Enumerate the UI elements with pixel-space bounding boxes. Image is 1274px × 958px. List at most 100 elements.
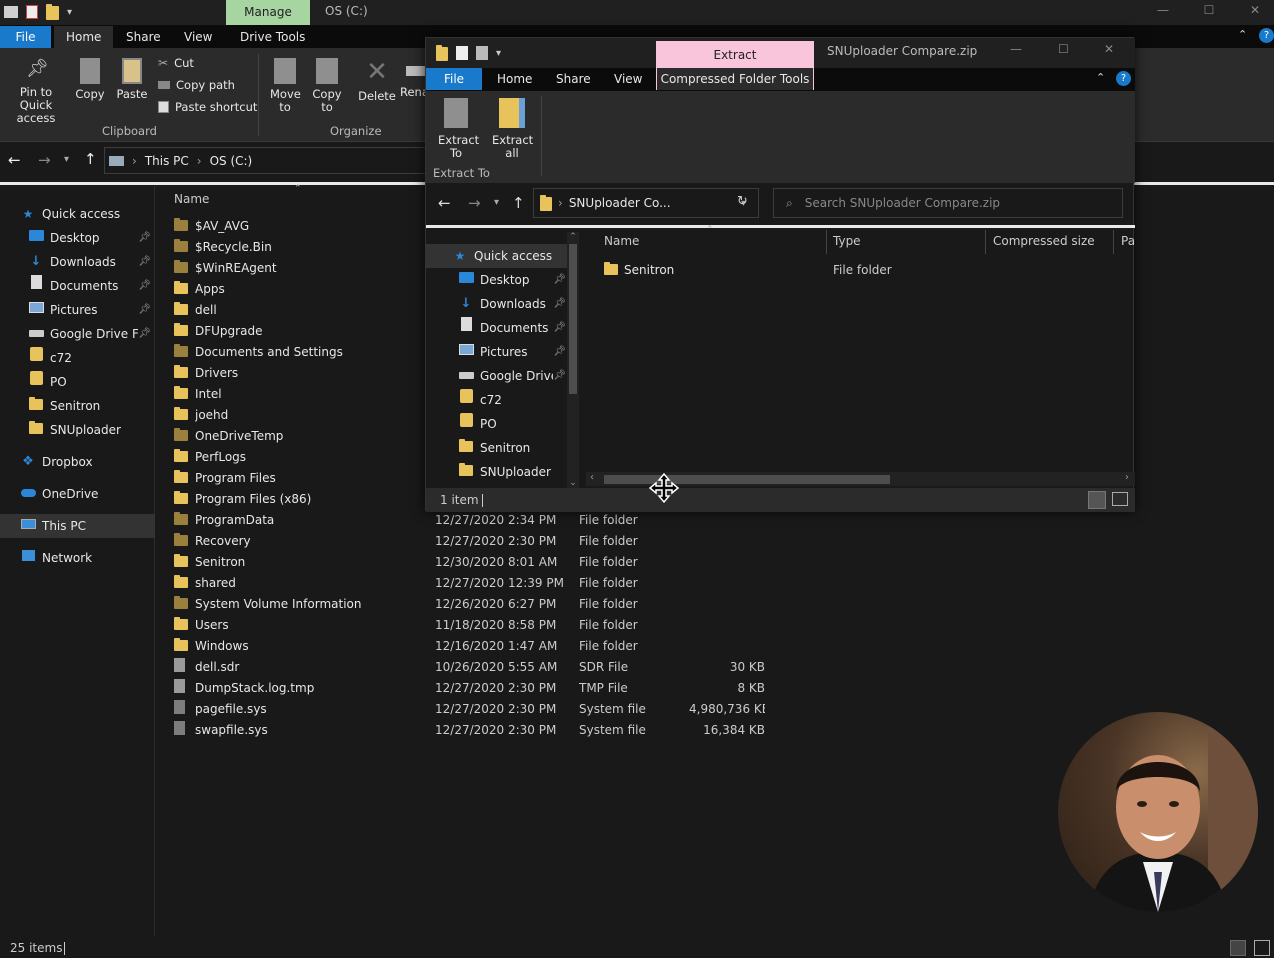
zip-address-bar[interactable]: › SNUploader Co... ▾ <box>533 188 759 218</box>
zip-sidebar-item-downloads[interactable]: ↓ Downloads 📌︎ <box>426 292 570 316</box>
details-view-button[interactable] <box>1230 940 1246 956</box>
zip-sidebar-item-google-drive[interactable]: Google Drive 📌︎ <box>426 364 570 388</box>
zip-minimize-button[interactable]: — <box>1010 42 1022 56</box>
zip-sidebar-item-documents[interactable]: Documents 📌︎ <box>426 316 570 340</box>
breadcrumb-os-c[interactable]: OS (C:) <box>210 154 253 168</box>
tab-file[interactable]: File <box>0 26 51 48</box>
delete-button[interactable]: ✕ Delete <box>356 58 398 103</box>
sidebar-item-downloads[interactable]: ↓ Downloads 📌︎ <box>0 250 155 274</box>
pin-icon[interactable]: 📌︎ <box>138 322 151 346</box>
pin-quick-access-button[interactable]: 📌︎ Pin to Quick access <box>2 58 70 125</box>
zip-collapse-ribbon-icon[interactable]: ⌃ <box>1096 71 1105 84</box>
sidebar-item-dropbox[interactable]: ❖ Dropbox <box>0 450 155 474</box>
manage-context-tab[interactable]: Manage <box>226 0 310 25</box>
maximize-button[interactable]: ☐ <box>1194 0 1224 22</box>
table-row[interactable]: Users 11/18/2020 8:58 PM File folder <box>174 615 814 636</box>
zip-maximize-button[interactable]: ☐ <box>1058 42 1069 56</box>
pin-icon[interactable]: 📌︎ <box>553 364 566 388</box>
pin-icon[interactable]: 📌︎ <box>553 268 566 292</box>
sidebar-item-senitron[interactable]: Senitron <box>0 394 155 418</box>
tab-drive-tools[interactable]: Drive Tools <box>228 26 317 48</box>
zip-tab-compressed-folder-tools[interactable]: Compressed Folder Tools <box>656 68 814 90</box>
paste-button[interactable]: Paste <box>114 58 150 101</box>
sidebar-item-desktop[interactable]: Desktop 📌︎ <box>0 226 155 250</box>
zip-large-icons-view-button[interactable] <box>1112 492 1128 506</box>
table-row[interactable]: ProgramData 12/27/2020 2:34 PM File folder <box>174 510 814 531</box>
collapse-ribbon-icon[interactable]: ⌃ <box>1238 28 1247 41</box>
copy-path-button[interactable]: Copy path <box>158 78 235 92</box>
copy-button[interactable]: Copy <box>72 58 108 101</box>
table-row[interactable]: System Volume Information 12/26/2020 6:27… <box>174 594 814 615</box>
table-row[interactable]: Senitron 12/30/2020 8:01 AM File folder <box>174 552 814 573</box>
zip-nav-scroll-thumb[interactable] <box>569 244 577 394</box>
copy-to-button[interactable]: Copy to <box>308 58 346 114</box>
sidebar-item-google-drive-file[interactable]: Google Drive File📌︎ <box>0 322 155 346</box>
sidebar-item-c72[interactable]: c72 <box>0 346 155 370</box>
zip-close-button[interactable]: ✕ <box>1104 42 1114 56</box>
paste-shortcut-button[interactable]: Paste shortcut <box>158 100 257 114</box>
zip-tab-share[interactable]: Share <box>544 68 603 90</box>
help-icon[interactable]: ? <box>1259 28 1274 43</box>
sidebar-item-po[interactable]: PO <box>0 370 155 394</box>
zip-sidebar-item-quick-access[interactable]: ★ Quick access <box>426 244 570 268</box>
pin-icon[interactable]: 📌︎ <box>138 250 151 274</box>
pin-icon[interactable]: 📌︎ <box>553 292 566 316</box>
breadcrumb-this-pc[interactable]: This PC <box>145 154 189 168</box>
zip-forward-button[interactable]: → <box>468 194 481 212</box>
large-icons-view-button[interactable] <box>1254 940 1270 956</box>
zip-search-box[interactable]: ⌕ Search SNUploader Compare.zip <box>773 188 1123 218</box>
extract-context-tab[interactable]: Extract <box>656 41 814 69</box>
zip-h-scroll-thumb[interactable] <box>604 475 890 484</box>
table-row[interactable]: pagefile.sys 12/27/2020 2:30 PM System fil… <box>174 699 814 720</box>
back-button[interactable]: ← <box>8 151 21 169</box>
zip-sidebar-item-po[interactable]: PO <box>426 412 570 436</box>
minimize-button[interactable]: — <box>1148 0 1178 22</box>
sidebar-item-onedrive[interactable]: OneDrive <box>0 482 155 506</box>
extract-to-button[interactable]: Extract To <box>434 98 479 160</box>
properties-icon[interactable] <box>456 46 468 60</box>
new-folder-icon[interactable] <box>476 46 488 60</box>
zip-tab-view[interactable]: View <box>602 68 654 90</box>
sidebar-item-quick-access[interactable]: ★ Quick access <box>0 202 155 226</box>
new-folder-icon[interactable] <box>46 4 59 20</box>
pin-icon[interactable]: 📌︎ <box>553 340 566 364</box>
sidebar-item-snuploader[interactable]: SNUploader <box>0 418 155 442</box>
zip-column-type[interactable]: Type <box>833 234 861 248</box>
scroll-left-icon[interactable]: ‹ <box>590 472 594 483</box>
zip-sidebar-item-snuploader[interactable]: SNUploader <box>426 460 570 484</box>
tab-share[interactable]: Share <box>114 26 173 48</box>
qat-dropdown-icon[interactable]: ▾ <box>67 7 72 18</box>
zip-sidebar-item-pictures[interactable]: Pictures 📌︎ <box>426 340 570 364</box>
extract-all-button[interactable]: Extract all <box>490 98 534 160</box>
cut-button[interactable]: ✂ Cut <box>158 56 194 70</box>
list-item[interactable]: Senitron File folder <box>604 260 1124 281</box>
sidebar-item-pictures[interactable]: Pictures 📌︎ <box>0 298 155 322</box>
table-row[interactable]: shared 12/27/2020 12:39 PM File folder <box>174 573 814 594</box>
column-header-name[interactable]: Name <box>174 192 209 206</box>
scroll-right-icon[interactable]: › <box>1125 472 1129 483</box>
pin-icon[interactable]: 📌︎ <box>138 226 151 250</box>
tab-view[interactable]: View <box>172 26 224 48</box>
table-row[interactable]: dell.sdr 10/26/2020 5:55 AM SDR File 30 KB <box>174 657 814 678</box>
zip-column-name[interactable]: Name <box>604 234 639 248</box>
refresh-button[interactable]: ↻ <box>737 194 748 209</box>
zip-column-password[interactable]: Pa <box>1121 234 1135 248</box>
properties-icon[interactable] <box>26 5 38 19</box>
qat-dropdown-icon[interactable]: ▾ <box>496 48 501 59</box>
close-button[interactable]: ✕ <box>1240 0 1270 22</box>
zip-sidebar-item-c72[interactable]: c72 <box>426 388 570 412</box>
zip-tab-file[interactable]: File <box>426 68 482 90</box>
table-row[interactable]: DumpStack.log.tmp 12/27/2020 2:30 PM TMP F… <box>174 678 814 699</box>
sidebar-item-this-pc[interactable]: This PC <box>0 514 155 538</box>
table-row[interactable]: Windows 12/16/2020 1:47 AM File folder <box>174 636 814 657</box>
recent-locations-button[interactable]: ▾ <box>64 154 69 165</box>
zip-back-button[interactable]: ← <box>438 194 451 212</box>
address-bar[interactable]: › This PC › OS (C:) <box>104 147 434 174</box>
zip-recent-button[interactable]: ▾ <box>494 197 499 208</box>
tab-home[interactable]: Home <box>54 26 114 48</box>
sidebar-item-network[interactable]: Network <box>0 546 155 570</box>
move-to-button[interactable]: Move to <box>266 58 304 114</box>
zip-nav-scrollbar[interactable]: ⌃ ⌄ <box>567 232 579 488</box>
zip-details-view-button[interactable] <box>1088 491 1106 509</box>
zip-tab-home[interactable]: Home <box>485 68 544 90</box>
